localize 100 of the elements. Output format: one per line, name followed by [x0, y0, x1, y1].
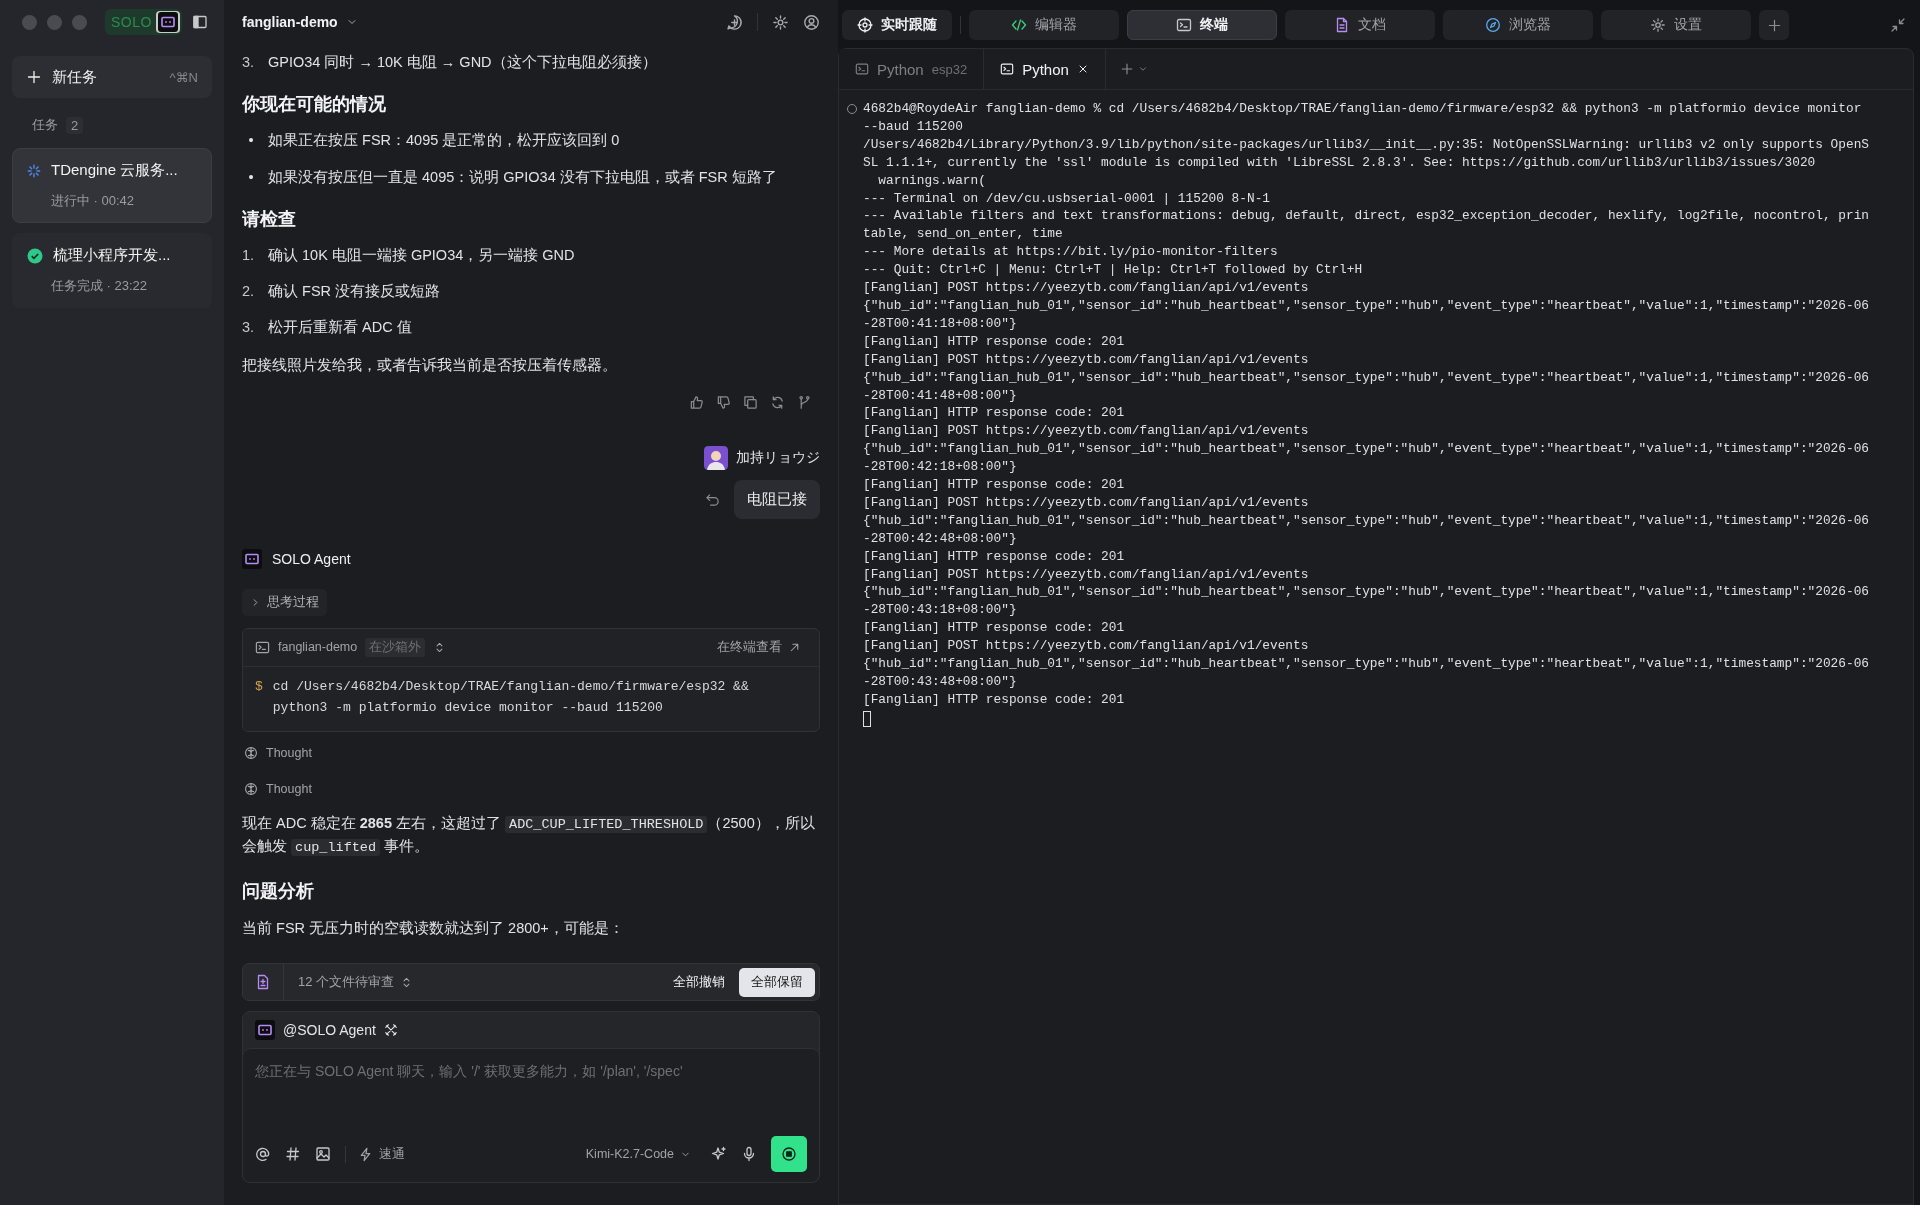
agent-icon	[255, 1020, 275, 1040]
thumbs-up-icon[interactable]	[689, 394, 704, 410]
panel-tab[interactable]: 文档	[1285, 10, 1435, 40]
terminal-line: [Fanglian] HTTP response code: 201	[863, 690, 1126, 709]
terminal-line: SL 1.1.1+, currently the 'ssl' module is compiled with 'LibreSSL 2.8.3'. See: https://github.com/urllib3/urllib3/issues/3020	[863, 153, 1817, 172]
terminal-icon	[255, 639, 270, 655]
robot-icon	[157, 12, 178, 32]
terminal-line: [Fanglian] POST https://yeezytb.com/fanglian/api/v1/events	[863, 493, 1310, 512]
section-heading: 你现在可能的情况	[242, 93, 387, 117]
task-item[interactable]: 梳理小程序开发... 任务完成 · 23:22	[12, 233, 212, 308]
terminal-line: warnings.warn(	[877, 171, 987, 190]
terminal-line: [Fanglian] HTTP response code: 201	[863, 619, 1126, 638]
reject-all-button[interactable]: 全部撤销	[659, 973, 739, 991]
terminal-line: /Users/4682b4/Library/Python/3.9/lib/python/site-packages/urllib3/__init__.py:35: NotOpenSSLWarning: urllib3 v2 only supports OpenS	[863, 135, 1869, 154]
hash-icon[interactable]	[285, 1146, 301, 1162]
stop-button[interactable]	[771, 1136, 807, 1172]
terminal-line: {"hub_id":"fanglian_hub_01","sensor_id":"hub_heartbeat","sensor_type":"hub","event_type":"heartbeat","value":1,"timestamp":"2026-06	[863, 440, 1869, 459]
thought-label: Thought	[266, 781, 312, 796]
section-heading: 请检查	[242, 207, 297, 231]
terminal-line: [Fanglian] POST https://yeezytb.com/fanglian/api/v1/events	[863, 565, 1310, 584]
terminal-line: -28T00:43:48+08:00"}	[863, 673, 1018, 691]
follow-button[interactable]: 实时跟随	[842, 10, 952, 40]
settings-icon[interactable]	[772, 13, 789, 31]
crosshair-icon	[857, 17, 873, 33]
model-selector[interactable]: Kimi-K2.7-Code	[579, 1146, 697, 1162]
undo-icon[interactable]	[705, 491, 720, 507]
tools-icon[interactable]	[383, 1023, 398, 1037]
terminal-line: {"hub_id":"fanglian_hub_01","sensor_id":"hub_heartbeat","sensor_type":"hub","event_type":"heartbeat","value":1,"timestamp":"2026-06	[863, 583, 1869, 602]
task-title: TDengine 云服务...	[51, 161, 178, 180]
terminal-line: 4682b4@RoydeAir fanglian-demo % cd /Users/4682b4/Desktop/TRAE/fanglian-demo/firmware/esp32 && python3 -m platformio device monitor	[863, 100, 1863, 118]
document-icon	[1334, 17, 1350, 33]
sandbox-tag: 在沙箱外	[365, 637, 426, 657]
project-label: fanglian-demo	[278, 640, 358, 655]
terminal-line: [Fanglian] HTTP response code: 201	[863, 547, 1126, 566]
task-title: 梳理小程序开发...	[53, 246, 171, 265]
terminal-line: {"hub_id":"fanglian_hub_01","sensor_id":"hub_heartbeat","sensor_type":"hub","event_type":"heartbeat","value":1,"timestamp":"2026-06	[863, 368, 1869, 387]
open-in-terminal-link[interactable]: 在终端查看	[711, 637, 807, 657]
agent-name: SOLO Agent	[272, 550, 351, 567]
thumbs-down-icon[interactable]	[716, 394, 731, 410]
bullet-item: • 如果正在按压 FSR：4095 是正常的，松开应该回到 0	[247, 131, 621, 151]
message-text: 当前 FSR 无压力时的空载读数就达到了 2800+，可能是：	[242, 918, 625, 938]
copy-icon[interactable]	[743, 394, 758, 410]
prompt-symbol: $	[255, 677, 263, 696]
user-message: 电阻已接	[734, 479, 820, 519]
task-count: 2	[66, 116, 84, 134]
message-text: 把接线照片发给我，或者告诉我当前是否按压着传感器。	[242, 355, 618, 375]
pending-files-label[interactable]: 12 个文件待审查	[298, 973, 395, 991]
list-item: 3. GPIO34 同时 → 10K 电阻 → GND（这个下拉电阻必须接）	[242, 53, 658, 72]
terminal-line: --- Available filters and text transformations: debug, default, direct, esp32_exception_decoder, hexlify, log2file, nocontrol, prin	[863, 207, 1869, 226]
terminal-line: --- Terminal on /dev/cu.usbserial-0001 | 115200 8-N-1	[863, 189, 1271, 208]
terminal-line: --- Quit: Ctrl+C | Menu: Ctrl+T | Help: Ctrl+T followed by Ctrl+H	[863, 261, 1364, 280]
panel-tab[interactable]: 编辑器	[969, 10, 1119, 40]
settings-icon	[1650, 17, 1666, 33]
mention-icon[interactable]	[255, 1146, 271, 1162]
panel-tab[interactable]: 终端	[1127, 10, 1277, 40]
terminal-icon	[855, 62, 869, 76]
list-item: 2. 确认 FSR 没有接反或短路	[242, 282, 442, 302]
terminal-line: -28T00:41:48+08:00"}	[863, 386, 1018, 405]
list-item: 3. 松开后重新看 ADC 值	[242, 318, 413, 338]
terminal-line: {"hub_id":"fanglian_hub_01","sensor_id":"hub_heartbeat","sensor_type":"hub","event_type":"heartbeat","value":1,"timestamp":"2026-06	[863, 655, 1869, 673]
keep-all-button[interactable]: 全部保留	[739, 967, 815, 997]
terminal-line: [Fanglian] POST https://yeezytb.com/fanglian/api/v1/events	[863, 350, 1310, 369]
branch-icon[interactable]	[797, 394, 812, 410]
terminal-line: -28T00:43:18+08:00"}	[863, 601, 1018, 620]
tasks-heading: 任务	[32, 116, 58, 134]
refresh-icon[interactable]	[770, 394, 785, 410]
agent-icon	[242, 548, 262, 569]
thinking-toggle[interactable]: 思考过程	[242, 588, 327, 616]
thought-label: Thought	[266, 745, 312, 760]
terminal-line: --baud 115200	[863, 117, 964, 136]
collapse-icon[interactable]	[1890, 17, 1906, 33]
chevron-down-icon[interactable]	[1137, 64, 1148, 74]
terminal-line: --- More details at https://bit.ly/pio-monitor-filters	[863, 243, 1279, 262]
image-icon[interactable]	[315, 1146, 331, 1162]
new-terminal-icon[interactable]	[1119, 62, 1134, 76]
microphone-icon[interactable]	[741, 1146, 757, 1162]
task-item[interactable]: TDengine 云服务... 进行中 · 00:42	[12, 148, 212, 223]
terminal-line: [Fanglian] HTTP response code: 201	[863, 332, 1126, 351]
terminal-line: table, send_on_enter, time	[863, 225, 1064, 244]
mode-button[interactable]: 速通	[345, 1145, 405, 1163]
message-text: 现在 ADC 稳定在 2865 左右，这超过了 ADC_CUP_LIFTED_THRESHOLD （2500），所以会触发 cup_lifted 事件。	[242, 813, 816, 859]
new-task-button[interactable]: 新任务 ^⌘N	[12, 56, 212, 98]
project-name[interactable]: fanglian-demo	[242, 14, 338, 30]
terminal-line: -28T00:42:18+08:00"}	[863, 458, 1018, 477]
panel-tab[interactable]: 设置	[1601, 10, 1751, 40]
add-tab-icon[interactable]	[1766, 17, 1782, 33]
terminal-line: [Fanglian] HTTP response code: 201	[863, 404, 1126, 423]
sidebar-toggle-icon[interactable]	[192, 14, 208, 30]
sparkle-icon[interactable]	[711, 1146, 727, 1162]
account-icon[interactable]	[803, 13, 820, 31]
task-status: 任务完成 · 23:22	[50, 277, 149, 295]
panel-tab[interactable]: 浏览器	[1443, 10, 1593, 40]
command-text: cd /Users/4682b4/Desktop/TRAE/fanglian-demo/firmware/esp32 && python3 -m platformio device monitor --baud 115200	[272, 677, 750, 717]
terminal-tab[interactable]: Python esp32	[839, 49, 985, 89]
message-input[interactable]: 您正在与 SOLO Agent 聊天，输入 '/' 获取更多能力，如 '/plan', '/spec'	[255, 1059, 807, 1083]
terminal-line: [Fanglian] HTTP response code: 201	[863, 476, 1126, 494]
terminal-line: [Fanglian] POST https://yeezytb.com/fanglian/api/v1/events	[863, 637, 1310, 656]
file-diff-icon	[255, 974, 271, 990]
bullet-item: • 如果没有按压但一直是 4095：说明 GPIO34 没有下拉电阻，或者 FSR 短路了	[247, 167, 778, 187]
terminal-line: -28T00:41:18+08:00"}	[863, 314, 1018, 333]
